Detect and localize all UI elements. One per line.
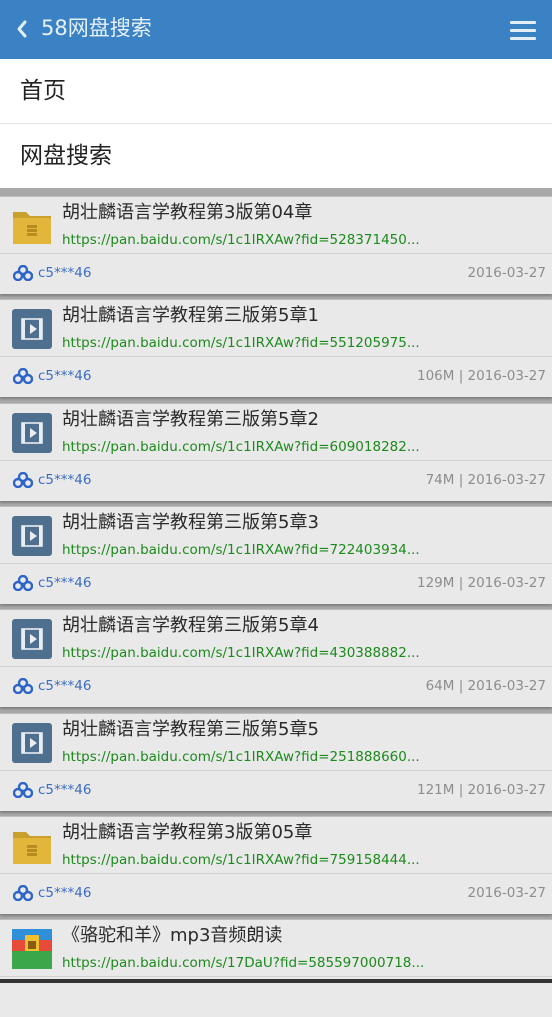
result-url[interactable]: https://pan.baidu.com/s/1c1IRXAw?fid=251… [62,748,420,766]
result-owner[interactable]: c5***46 [38,574,91,592]
result-card[interactable]: 胡壮麟语言学教程第三版第5章4 https://pan.baidu.com/s/1… [0,609,552,708]
result-size-date: 74M | 2016-03-27 [425,471,546,488]
nav-item-home[interactable]: 首页 [0,59,552,124]
result-owner[interactable]: c5***46 [38,367,91,385]
result-owner[interactable]: c5***46 [38,884,91,902]
result-card[interactable]: 胡壮麟语言学教程第三版第5章3 https://pan.baidu.com/s/1… [0,505,552,604]
archive-icon [12,929,52,970]
result-card[interactable]: 胡壮麟语言学教程第三版第5章2 https://pan.baidu.com/s/1… [0,402,552,501]
divider [0,356,552,358]
result-card[interactable]: 《骆驼和羊》mp3音频朗读 https://pan.baidu.com/s/17D… [0,919,552,1017]
result-url[interactable]: https://pan.baidu.com/s/1c1IRXAw?fid=759… [62,851,420,869]
result-url[interactable]: https://pan.baidu.com/s/1c1IRXAw?fid=722… [62,541,420,559]
baidu-pan-icon [12,264,34,282]
result-size-date: 129M | 2016-03-27 [416,574,546,591]
result-size-date: 121M | 2016-03-27 [416,781,546,798]
baidu-pan-icon [12,884,34,901]
result-title[interactable]: 胡壮麟语言学教程第3版第05章 [62,821,312,845]
nav-item-label: 首页 [20,78,66,104]
result-owner[interactable]: c5***46 [38,677,91,695]
page-title: 58网盘搜索 [41,16,152,40]
nav-item-pan-search[interactable]: 网盘搜索 [0,124,552,188]
video-icon [12,515,52,556]
folder-icon [12,206,52,246]
video-icon [12,309,52,350]
divider [0,459,552,461]
bottom-edge [0,979,552,983]
divider [0,666,552,668]
folder-icon [12,826,52,866]
divider [0,253,552,254]
result-title[interactable]: 胡壮麟语言学教程第三版第5章1 [62,304,319,328]
result-title[interactable]: 胡壮麟语言学教程第三版第5章2 [62,408,319,432]
hamburger-menu-icon[interactable] [510,21,536,41]
result-url[interactable]: https://pan.baidu.com/s/17DaU?fid=585597… [62,954,424,972]
result-size-date: 2016-03-27 [467,884,546,901]
result-card[interactable]: 胡壮麟语言学教程第3版第04章 https://pan.baidu.com/s/1… [0,196,552,294]
baidu-pan-icon [12,574,34,592]
result-url[interactable]: https://pan.baidu.com/s/1c1IRXAw?fid=528… [62,231,420,249]
baidu-pan-icon [12,677,34,695]
result-title[interactable]: 胡壮麟语言学教程第三版第5章5 [62,718,319,742]
result-url[interactable]: https://pan.baidu.com/s/1c1IRXAw?fid=551… [62,334,420,352]
result-url[interactable]: https://pan.baidu.com/s/1c1IRXAw?fid=609… [62,438,420,456]
divider [0,562,552,564]
video-icon [12,619,52,660]
divider [0,976,552,978]
result-url[interactable]: https://pan.baidu.com/s/1c1IRXAw?fid=430… [62,644,420,662]
divider [0,769,552,771]
divider [0,872,552,874]
result-title[interactable]: 胡壮麟语言学教程第三版第5章3 [62,511,319,535]
result-card[interactable]: 胡壮麟语言学教程第3版第05章 https://pan.baidu.com/s/1… [0,815,552,914]
result-size-date: 64M | 2016-03-27 [425,678,546,695]
result-size-date: 106M | 2016-03-27 [416,368,546,385]
result-title[interactable]: 胡壮麟语言学教程第三版第5章4 [62,614,319,638]
baidu-pan-icon [12,368,34,385]
app-header: 58网盘搜索 [0,0,552,59]
baidu-pan-icon [12,781,34,798]
nav-item-label: 网盘搜索 [20,143,112,169]
result-owner[interactable]: c5***46 [38,471,91,489]
baidu-pan-icon [12,471,34,488]
result-owner[interactable]: c5***46 [38,781,91,799]
result-owner[interactable]: c5***46 [38,264,91,282]
result-title[interactable]: 《骆驼和羊》mp3音频朗读 [62,924,282,948]
video-icon [12,722,52,763]
result-card[interactable]: 胡壮麟语言学教程第三版第5章5 https://pan.baidu.com/s/1… [0,712,552,811]
result-card[interactable]: 胡壮麟语言学教程第三版第5章1 https://pan.baidu.com/s/1… [0,299,552,398]
chevron-left-icon[interactable] [14,17,30,41]
result-size-date: 2016-03-27 [467,265,546,281]
video-icon [12,412,52,453]
result-title[interactable]: 胡壮麟语言学教程第3版第04章 [62,201,312,225]
